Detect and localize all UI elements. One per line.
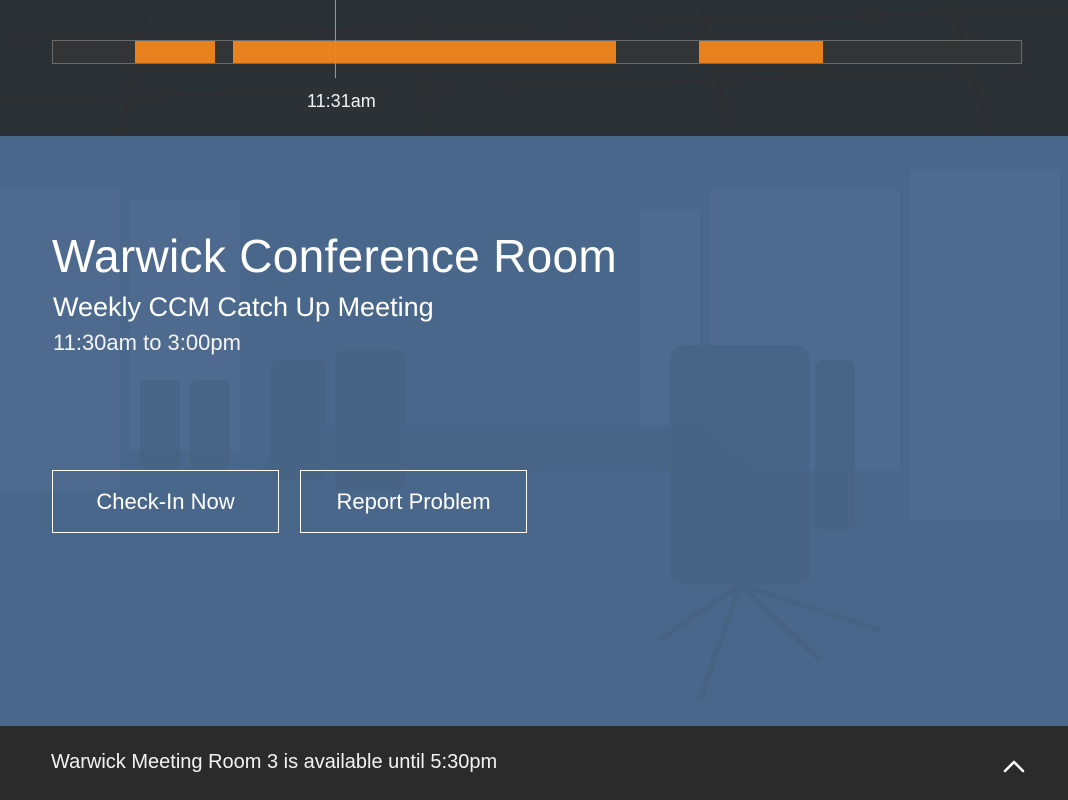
expand-button[interactable] bbox=[996, 748, 1032, 784]
timeline-header: 11:31am bbox=[0, 0, 1068, 136]
report-problem-button[interactable]: Report Problem bbox=[300, 470, 527, 533]
booking-timeline[interactable] bbox=[52, 40, 1022, 64]
booking-block[interactable] bbox=[233, 41, 616, 63]
availability-footer[interactable]: Warwick Meeting Room 3 is available unti… bbox=[0, 726, 1068, 800]
current-time-label: 11:31am bbox=[307, 91, 376, 111]
booking-block[interactable] bbox=[699, 41, 823, 63]
current-time-indicator bbox=[335, 0, 336, 78]
chevron-up-icon bbox=[1003, 760, 1025, 773]
meeting-title: Weekly CCM Catch Up Meeting bbox=[53, 292, 434, 322]
meeting-panel: Warwick Conference Room Weekly CCM Catch… bbox=[0, 136, 1068, 726]
room-name: Warwick Conference Room bbox=[52, 230, 618, 282]
meeting-time: 11:30am to 3:00pm bbox=[53, 330, 241, 355]
check-in-button[interactable]: Check-In Now bbox=[52, 470, 279, 533]
availability-text: Warwick Meeting Room 3 is available unti… bbox=[51, 751, 498, 773]
booking-block[interactable] bbox=[135, 41, 215, 63]
